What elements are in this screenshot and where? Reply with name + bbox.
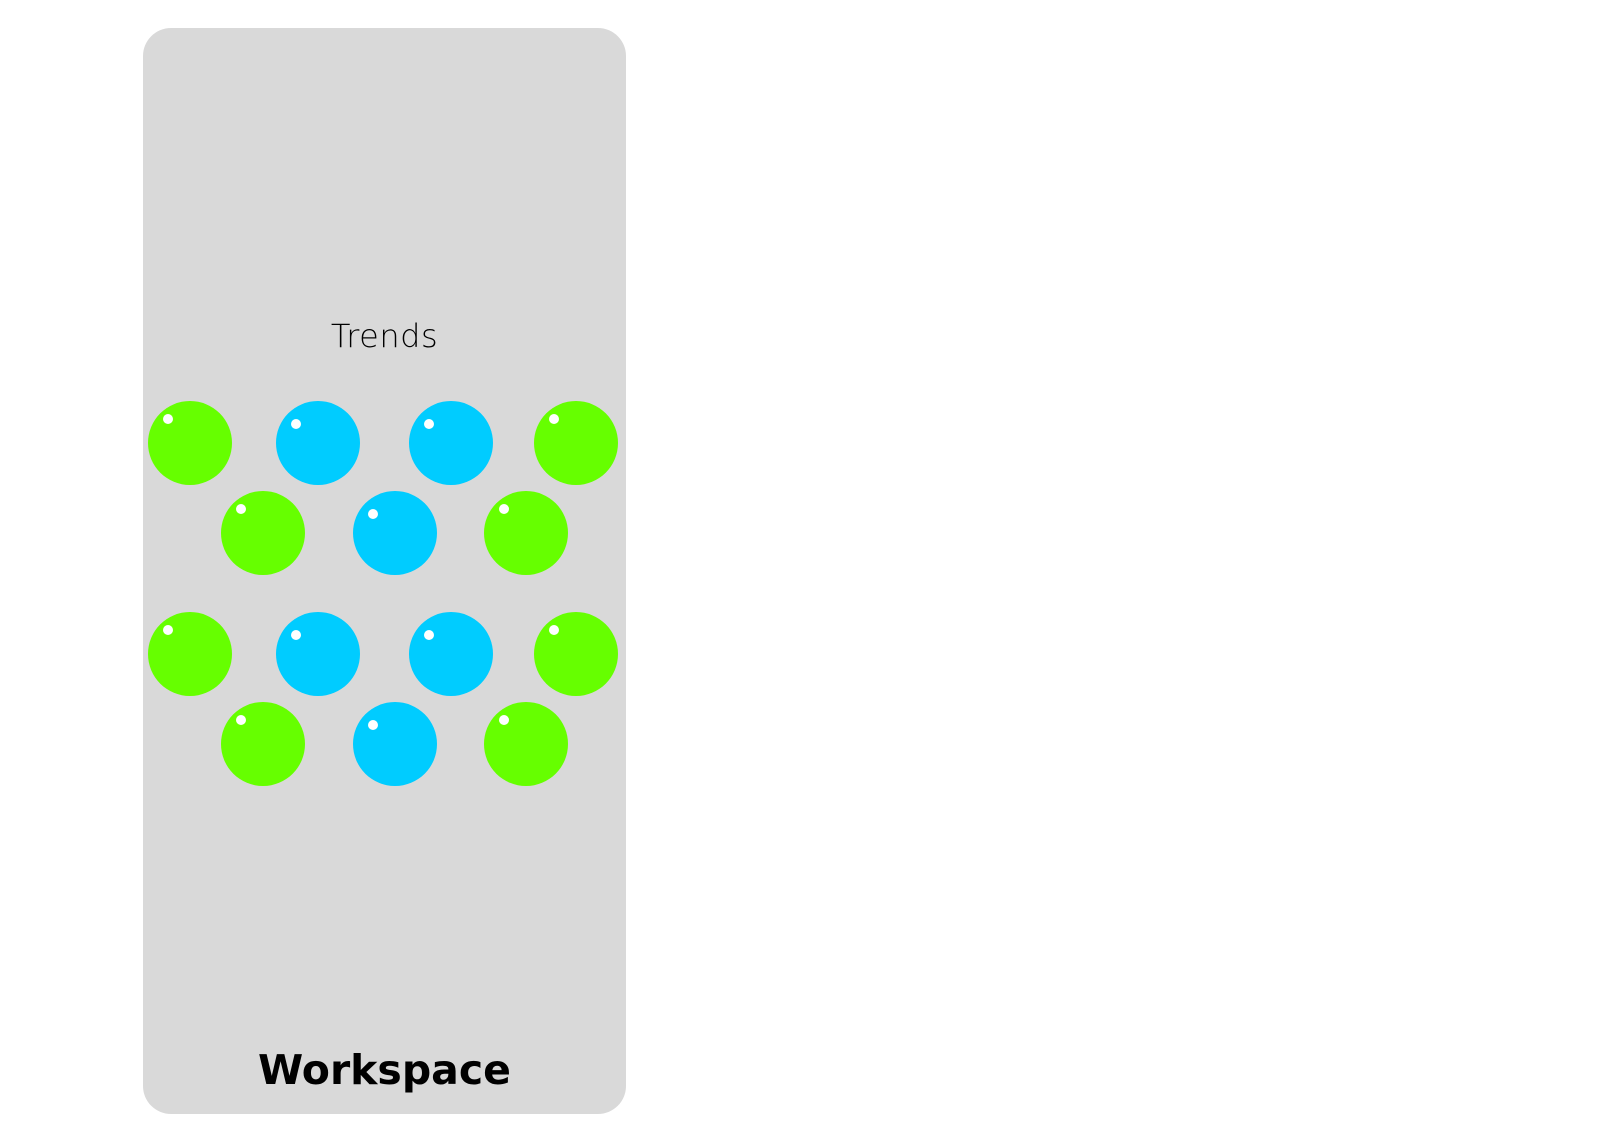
blue-bubble (409, 612, 493, 696)
blue-bubble (276, 401, 360, 485)
bubble-highlight (368, 509, 378, 519)
bubble-highlight (549, 625, 559, 635)
blue-bubble (409, 401, 493, 485)
bubble-highlight (424, 630, 434, 640)
green-bubble (148, 612, 232, 696)
blue-bubble (276, 612, 360, 696)
panel-footer-label: Workspace (258, 1046, 511, 1094)
green-bubble (484, 702, 568, 786)
bubble-highlight (424, 419, 434, 429)
green-bubble (221, 491, 305, 575)
bubble-highlight (291, 419, 301, 429)
bubble-highlight (163, 414, 173, 424)
green-bubble (221, 702, 305, 786)
blue-bubble (353, 491, 437, 575)
bubble-highlight (163, 625, 173, 635)
bubble-highlight (236, 715, 246, 725)
bubble-highlight (291, 630, 301, 640)
blue-bubble (353, 702, 437, 786)
bubble-highlight (236, 504, 246, 514)
green-bubble (534, 612, 618, 696)
green-bubble (484, 491, 568, 575)
green-bubble (534, 401, 618, 485)
bubble-highlight (499, 504, 509, 514)
green-bubble (148, 401, 232, 485)
panel-title: Trends (330, 317, 439, 355)
bubble-highlight (549, 414, 559, 424)
workspace-panel: Trends Workspace (143, 28, 626, 1114)
bubble-highlight (499, 715, 509, 725)
bubble-highlight (368, 720, 378, 730)
